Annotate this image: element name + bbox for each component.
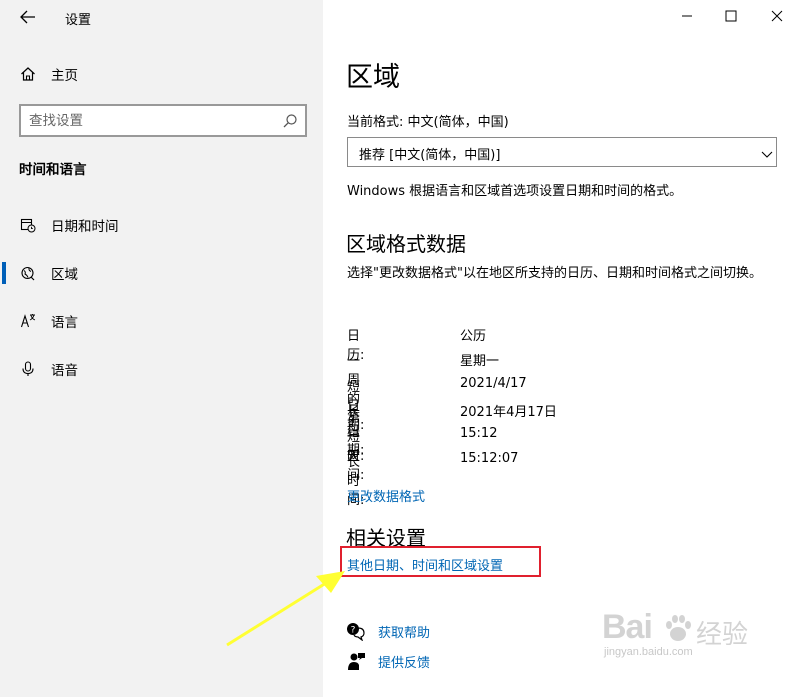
search-icon[interactable] (281, 112, 299, 130)
search-box[interactable] (19, 104, 307, 137)
globe-region-icon (18, 263, 38, 283)
get-help-link[interactable]: 获取帮助 (378, 622, 430, 641)
sidebar-item-date-time[interactable]: 日期和时间 (0, 205, 323, 245)
sidebar-item-speech[interactable]: 语音 (0, 349, 323, 389)
sidebar-item-label: 日期和时间 (51, 219, 119, 235)
home-icon (18, 64, 38, 84)
watermark-brand-cn: 经验 (696, 620, 749, 650)
main-content (323, 0, 785, 697)
maximize-icon (725, 10, 737, 22)
format-row-value: 15:12 (460, 426, 498, 441)
back-arrow-icon (20, 10, 35, 24)
format-row-value: 2021年4月17日 (460, 405, 557, 420)
sidebar-item-label: 语音 (51, 363, 78, 379)
back-button[interactable] (14, 5, 42, 29)
sidebar: 设置 主页 时间和语言 日期和时间 区域 语言 语音 (0, 0, 323, 697)
paw-logo-icon (666, 615, 691, 641)
sidebar-item-home[interactable]: 主页 (0, 54, 323, 94)
format-dropdown-value: 推荐 [中文(简体，中国)] (359, 148, 501, 163)
highlight-annotation-box (340, 546, 541, 577)
current-format-label: 当前格式: 中文(简体，中国) (347, 115, 509, 130)
sidebar-item-region[interactable]: 区域 (0, 253, 323, 293)
close-icon (771, 10, 783, 22)
baidu-watermark: Bai 经验 jingyan.baidu.com (602, 608, 752, 668)
svg-text:?: ? (351, 626, 356, 636)
format-row-value: 公历 (460, 329, 487, 344)
category-heading: 时间和语言 (19, 162, 87, 178)
language-icon (18, 311, 38, 331)
watermark-url: jingyan.baidu.com (604, 646, 693, 658)
watermark-brand: Bai (602, 608, 653, 646)
format-row-value: 2021/4/17 (460, 376, 527, 391)
feedback-person-icon (346, 651, 366, 671)
regional-data-description: 选择"更改数据格式"以在地区所支持的日历、日期和时间格式之间切换。 (347, 266, 762, 281)
maximize-button[interactable] (708, 0, 754, 32)
give-feedback-link[interactable]: 提供反馈 (378, 652, 430, 671)
microphone-icon (18, 359, 38, 379)
minimize-icon (682, 15, 692, 17)
calendar-clock-icon (18, 215, 38, 235)
help-chat-icon: ? (346, 621, 366, 642)
format-description: Windows 根据语言和区域首选项设置日期和时间的格式。 (347, 184, 683, 199)
format-dropdown[interactable]: 推荐 [中文(简体，中国)] (347, 137, 777, 167)
format-row-value: 15:12:07 (460, 451, 519, 466)
sidebar-item-label: 语言 (51, 315, 78, 331)
close-button[interactable] (754, 0, 785, 32)
sidebar-item-label: 主页 (51, 68, 78, 84)
sidebar-item-language[interactable]: 语言 (0, 301, 323, 341)
change-data-format-link[interactable]: 更改数据格式 (347, 486, 425, 505)
regional-data-title: 区域格式数据 (346, 232, 466, 256)
search-input[interactable] (29, 111, 269, 131)
chevron-down-icon (760, 146, 774, 158)
minimize-button[interactable] (664, 0, 710, 32)
app-title: 设置 (65, 13, 92, 28)
page-title: 区域 (346, 62, 400, 93)
sidebar-item-label: 区域 (51, 267, 78, 283)
format-row-value: 星期一 (460, 354, 500, 369)
